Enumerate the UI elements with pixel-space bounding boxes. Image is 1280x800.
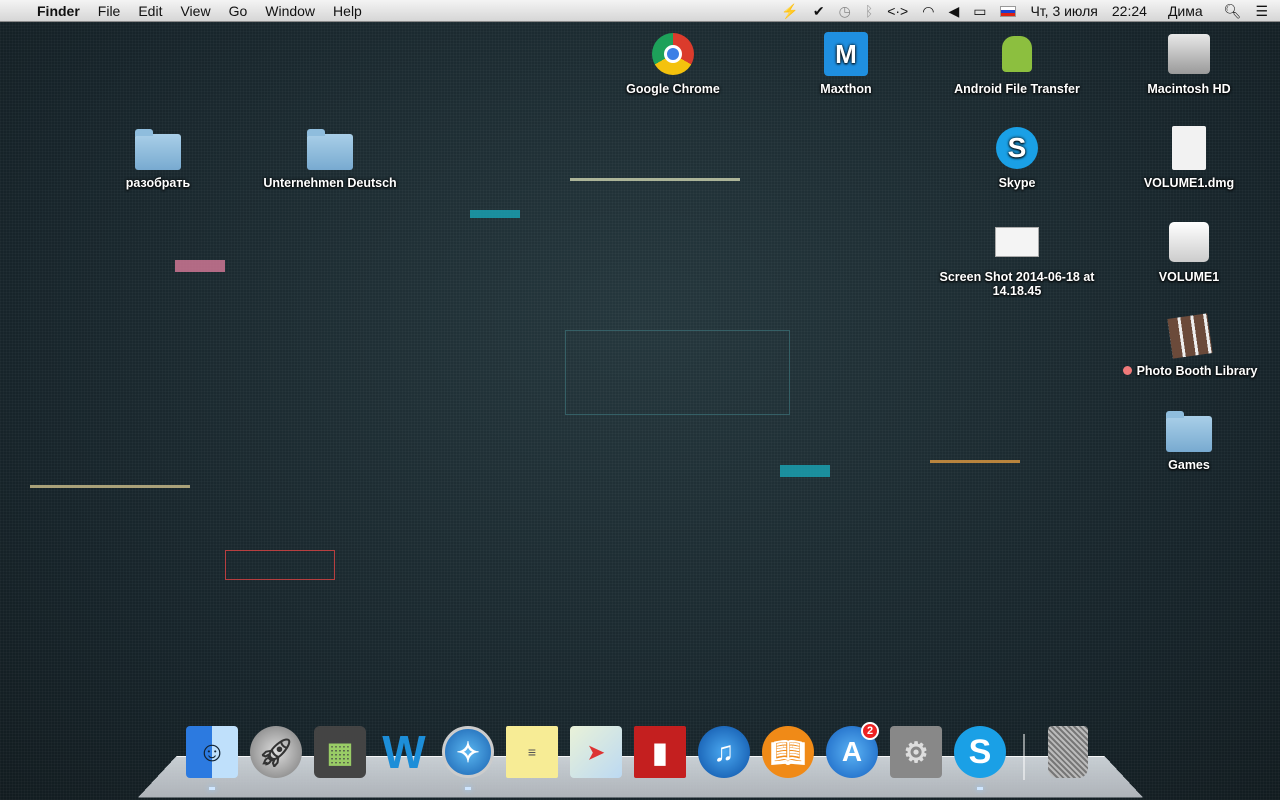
chrome-icon xyxy=(649,30,697,78)
dock-app-store[interactable]: A2 xyxy=(825,722,879,780)
desktop-icon-volume1-dmg[interactable]: VOLUME1.dmg xyxy=(1119,124,1259,190)
desktop-icon-volume1[interactable]: VOLUME1 xyxy=(1119,218,1259,284)
maxthon-icon: M xyxy=(822,30,870,78)
user-name[interactable]: Дима xyxy=(1154,0,1217,22)
dock-word[interactable]: W xyxy=(377,724,431,780)
menu-edit[interactable]: Edit xyxy=(129,0,171,22)
book-icon: 📖︎ xyxy=(762,726,814,778)
bluetooth-icon[interactable]: ᛒ xyxy=(858,0,880,22)
menu-go[interactable]: Go xyxy=(220,0,257,22)
dock-mission-control[interactable]: ▦ xyxy=(313,724,367,780)
trash-icon xyxy=(1048,726,1088,778)
menu-bar: Finder File Edit View Go Window Help ⚡ ✔… xyxy=(0,0,1280,22)
desktop-folder-games[interactable]: Games xyxy=(1119,406,1259,472)
folder-icon xyxy=(135,129,181,170)
desktop-icon-macintosh-hd[interactable]: Macintosh HD xyxy=(1119,30,1259,96)
dock-photo-booth[interactable]: ▮ xyxy=(633,724,687,780)
android-icon xyxy=(993,30,1041,78)
dock-finder[interactable]: ☺ xyxy=(185,724,239,790)
clock-date[interactable]: Чт, 3 июля xyxy=(1023,0,1104,22)
dock-system-preferences[interactable]: ⚙ xyxy=(889,724,943,780)
menu-view[interactable]: View xyxy=(171,0,219,22)
desktop-icon-screenshot[interactable]: Screen Shot 2014-06-18 at 14.18.45 xyxy=(932,218,1102,298)
desktop-icon-google-chrome[interactable]: Google Chrome xyxy=(603,30,743,96)
dock-skype[interactable]: S xyxy=(953,724,1007,790)
map-icon: ➤ xyxy=(570,726,622,778)
skype-icon: S xyxy=(993,124,1041,172)
music-note-icon: ♫ xyxy=(698,726,750,778)
desktop-icon-maxthon[interactable]: M Maxthon xyxy=(776,30,916,96)
skype-icon: S xyxy=(954,726,1006,778)
spotlight-search-icon[interactable]: 🔍︎ xyxy=(1217,0,1249,22)
dock-itunes[interactable]: ♫ xyxy=(697,724,751,780)
dock-ibooks[interactable]: 📖︎ xyxy=(761,724,815,780)
dock-launchpad[interactable]: 🚀︎ xyxy=(249,724,303,780)
folder-icon xyxy=(1166,411,1212,452)
running-indicator xyxy=(209,787,215,790)
dmg-file-icon xyxy=(1165,124,1213,172)
dock-maps[interactable]: ➤ xyxy=(569,724,623,780)
red-tag-icon xyxy=(1122,366,1132,375)
power-bolt-icon[interactable]: ⚡ xyxy=(774,0,805,22)
wifi-icon[interactable]: ◠ xyxy=(915,0,941,22)
dock: ☺ 🚀︎ ▦ W ✧ ≡ ➤ ▮ ♫ 📖︎ A2 ⚙ S xyxy=(185,722,1095,790)
input-source-russian-flag-icon[interactable] xyxy=(993,0,1023,22)
desktop-icon-android-file-transfer[interactable]: Android File Transfer xyxy=(947,30,1087,96)
desktop-folder-unternehmen-deutsch[interactable]: Unternehmen Deutsch xyxy=(260,124,400,190)
running-indicator xyxy=(465,787,471,790)
menu-file[interactable]: File xyxy=(89,0,130,22)
battery-icon[interactable]: ▭ xyxy=(966,0,993,22)
menu-window[interactable]: Window xyxy=(256,0,324,22)
mission-control-icon: ▦ xyxy=(314,726,366,778)
photo-booth-icon: ▮ xyxy=(634,726,686,778)
external-drive-icon xyxy=(1165,218,1213,266)
network-arrows-icon[interactable]: <·> xyxy=(880,0,915,22)
finder-icon: ☺ xyxy=(186,726,238,778)
notification-center-icon[interactable]: ☰ xyxy=(1248,0,1280,22)
app-menu-finder[interactable]: Finder xyxy=(28,0,89,22)
compass-icon: ✧ xyxy=(442,726,494,778)
hard-drive-icon xyxy=(1165,30,1213,78)
rocket-icon: 🚀︎ xyxy=(250,726,302,778)
desktop-icon-skype[interactable]: S Skype xyxy=(947,124,1087,190)
checkmark-badge-icon[interactable]: ✔ xyxy=(806,0,832,22)
folder-icon xyxy=(307,129,353,170)
volume-icon[interactable]: ◀ xyxy=(941,0,966,22)
notepad-icon: ≡ xyxy=(506,726,558,778)
dock-stickies[interactable]: ≡ xyxy=(505,724,559,780)
clock-time[interactable]: 22:24 xyxy=(1105,0,1154,22)
menu-help[interactable]: Help xyxy=(324,0,371,22)
desktop-folder-razobrat[interactable]: разобрать xyxy=(88,124,228,190)
running-indicator xyxy=(977,787,983,790)
word-icon: W xyxy=(382,726,426,778)
dock-separator xyxy=(1023,734,1025,780)
dock-safari[interactable]: ✧ xyxy=(441,724,495,790)
gear-icon: ⚙ xyxy=(890,726,942,778)
screenshot-thumbnail-icon xyxy=(993,218,1041,266)
desktop-icon-photo-booth-library[interactable]: Photo Booth Library xyxy=(1110,312,1270,378)
time-machine-icon[interactable]: ◷ xyxy=(832,0,858,22)
update-badge: 2 xyxy=(861,722,879,740)
photo-strip-icon xyxy=(1166,312,1214,360)
dock-trash[interactable] xyxy=(1041,724,1095,780)
